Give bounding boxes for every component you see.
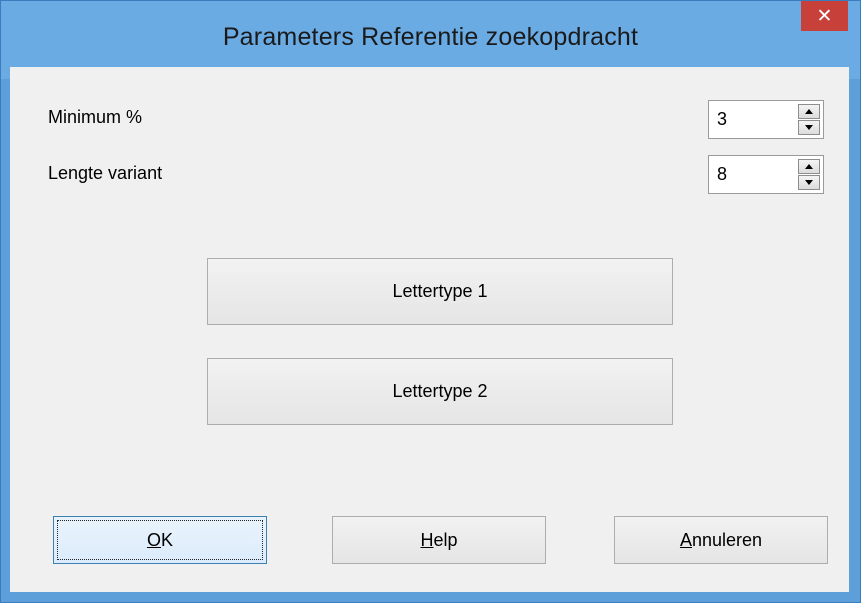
cancel-button[interactable]: Annuleren — [614, 516, 828, 564]
cancel-label: Annuleren — [679, 529, 763, 550]
minimum-percent-spinbox[interactable]: 3 — [708, 100, 824, 139]
dialog-window: Parameters Referentie zoekopdracht ✕ Min… — [0, 0, 861, 603]
help-label: Help — [420, 529, 458, 550]
minimum-percent-increment-button[interactable] — [798, 104, 820, 119]
dialog-client-area: Minimum % 3 Lengte variant 8 Lettertype … — [10, 67, 849, 592]
lengte-variant-decrement-button[interactable] — [798, 175, 820, 190]
minimum-percent-label: Minimum % — [48, 107, 143, 127]
lengte-variant-value[interactable]: 8 — [717, 164, 727, 185]
lettertype-1-label: Lettertype 1 — [392, 281, 488, 301]
lengte-variant-increment-button[interactable] — [798, 159, 820, 174]
lengte-variant-spin-buttons — [798, 159, 820, 190]
close-icon: ✕ — [816, 5, 833, 27]
arrow-down-icon — [805, 180, 813, 185]
minimum-percent-spin-buttons — [798, 104, 820, 135]
arrow-up-icon — [805, 164, 813, 169]
close-button[interactable]: ✕ — [801, 1, 848, 31]
ok-button[interactable]: OK — [53, 516, 267, 564]
lettertype-1-button[interactable]: Lettertype 1 — [207, 258, 673, 325]
arrow-down-icon — [805, 125, 813, 130]
lettertype-2-button[interactable]: Lettertype 2 — [207, 358, 673, 425]
lengte-variant-label: Lengte variant — [48, 163, 163, 183]
arrow-up-icon — [805, 109, 813, 114]
lettertype-2-label: Lettertype 2 — [392, 381, 488, 401]
lengte-variant-spinbox[interactable]: 8 — [708, 155, 824, 194]
ok-label: OK — [146, 529, 174, 550]
minimum-percent-decrement-button[interactable] — [798, 120, 820, 135]
help-button[interactable]: Help — [332, 516, 546, 564]
window-title: Parameters Referentie zoekopdracht — [222, 23, 639, 51]
minimum-percent-value[interactable]: 3 — [717, 109, 727, 130]
